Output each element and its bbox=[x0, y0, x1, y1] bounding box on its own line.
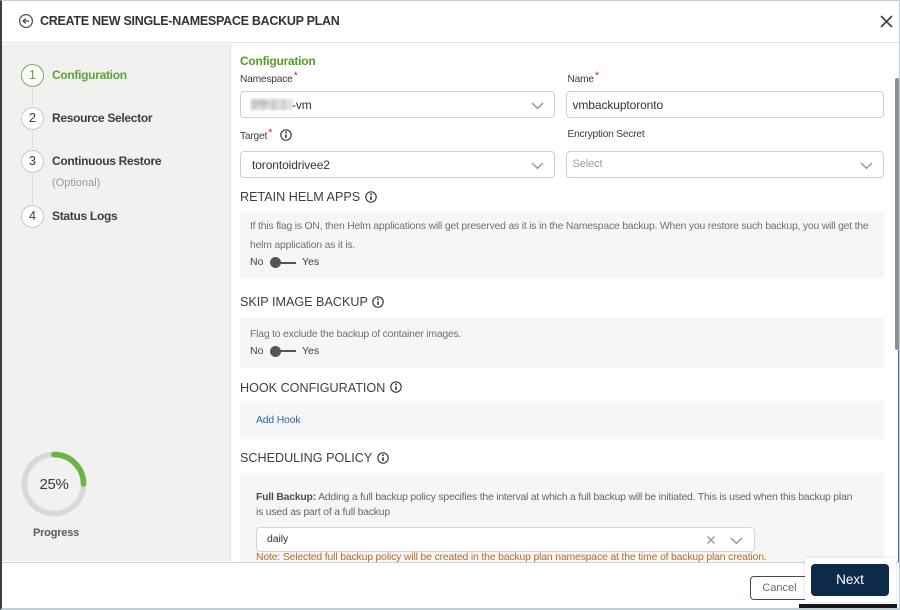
svg-text:25%: 25% bbox=[39, 476, 68, 493]
